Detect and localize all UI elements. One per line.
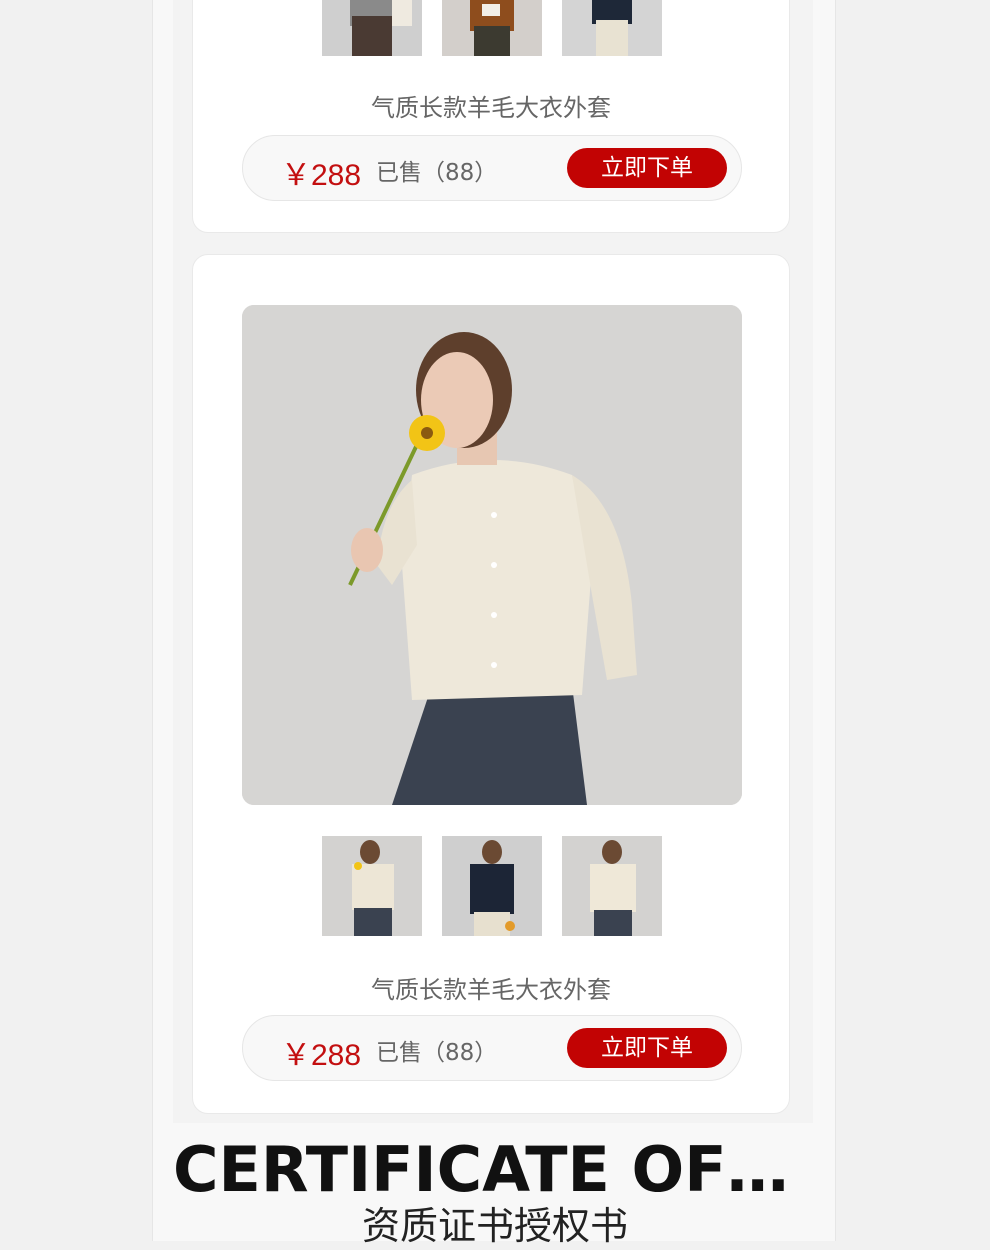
- certificate-subtitle: 资质证书授权书: [361, 1204, 628, 1248]
- purchase-bar: ￥288 已售（88） 立即下单: [242, 1015, 742, 1081]
- thumb-grey-sweater-icon[interactable]: [322, 0, 422, 56]
- product-main-image[interactable]: [242, 305, 742, 805]
- thumbnail-row: [322, 0, 662, 56]
- thumb-cream-cardigan-flower-icon[interactable]: [322, 836, 422, 936]
- product-card: 气质长款羊毛大衣外套 ￥288 已售（88） 立即下单: [192, 254, 790, 1114]
- thumbnail-row: [322, 836, 662, 936]
- thumb-navy-cardigan-icon[interactable]: [562, 0, 662, 56]
- sold-count: 已售（88）: [376, 160, 498, 186]
- sold-count: 已售（88）: [376, 1040, 498, 1066]
- product-title: 气质长款羊毛大衣外套: [371, 976, 611, 1004]
- thumb-cream-cardigan-icon[interactable]: [562, 836, 662, 936]
- thumb-navy-cardigan-icon[interactable]: [442, 836, 542, 936]
- buy-now-button[interactable]: 立即下单: [567, 1028, 727, 1068]
- purchase-bar: ￥288 已售（88） 立即下单: [242, 135, 742, 201]
- thumb-brown-coat-icon[interactable]: [442, 0, 542, 56]
- product-price: ￥288: [281, 1039, 362, 1072]
- product-card: 气质长款羊毛大衣外套 ￥288 已售（88） 立即下单: [192, 0, 790, 233]
- product-price: ￥288: [281, 159, 362, 192]
- model-cream-cardigan-icon: [242, 305, 742, 805]
- buy-now-button[interactable]: 立即下单: [567, 148, 727, 188]
- product-title: 气质长款羊毛大衣外套: [371, 94, 611, 122]
